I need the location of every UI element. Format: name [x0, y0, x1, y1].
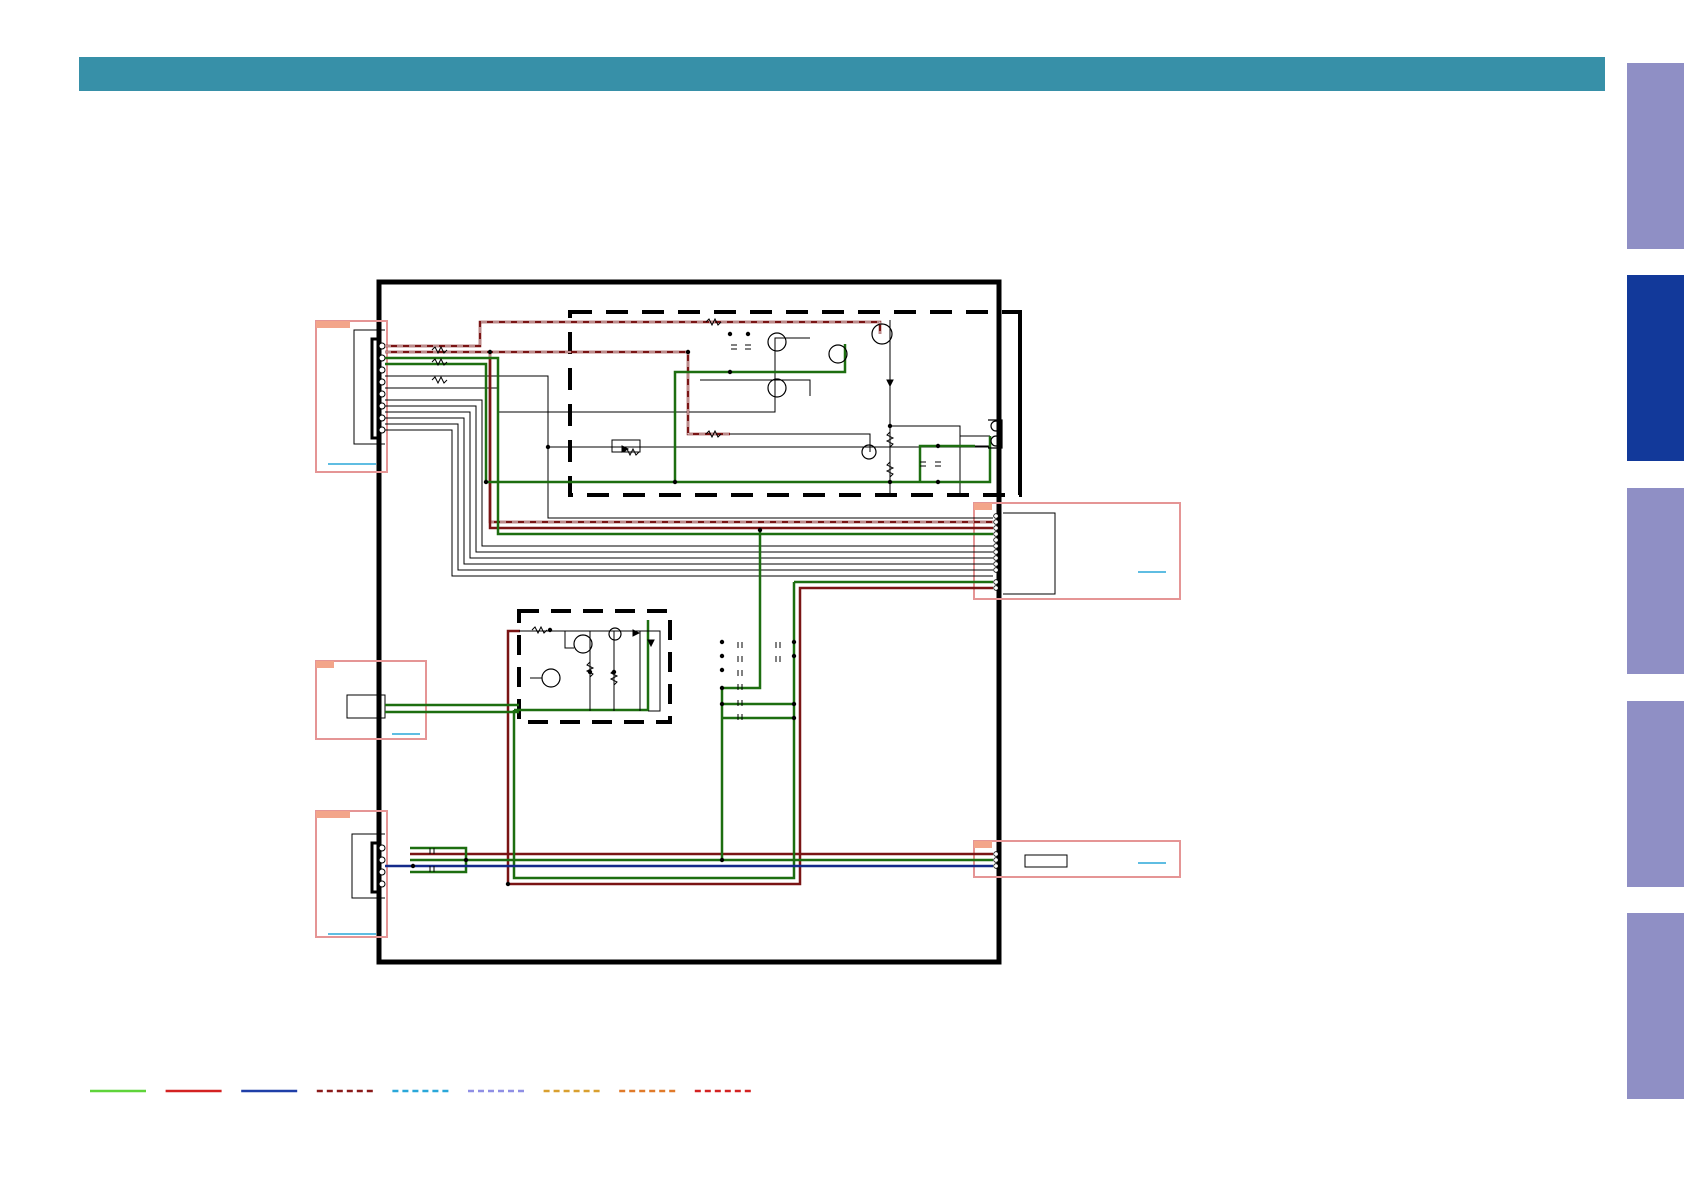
connector-left-middle [346, 694, 386, 719]
ref-box-right-top [973, 502, 1181, 600]
ref-box-left-middle [315, 660, 427, 740]
middle-block-wires [519, 630, 661, 712]
upper-shielded-block [568, 310, 1022, 497]
schematic-diagram [315, 279, 1181, 965]
passive-components [429, 317, 941, 872]
ref-box-left-top [315, 320, 388, 473]
transistors [541, 323, 893, 688]
ref-box-right-bottom [973, 840, 1181, 878]
connector-right-bottom [993, 851, 999, 869]
